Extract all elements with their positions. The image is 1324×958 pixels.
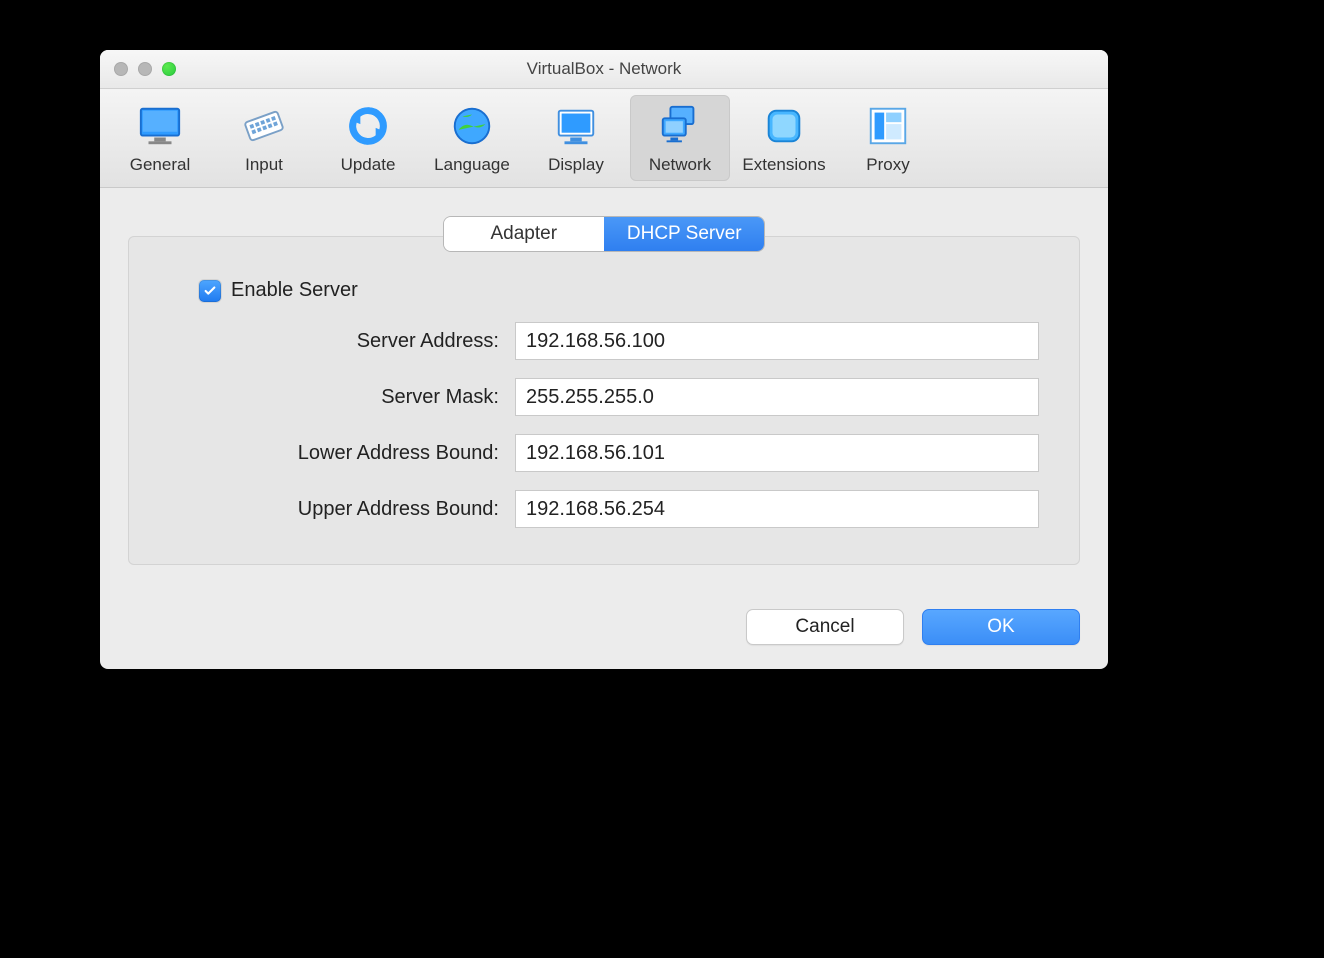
toolbar-label: Extensions: [742, 155, 825, 175]
display-icon: [553, 103, 599, 149]
close-button[interactable]: [114, 62, 128, 76]
content: Adapter DHCP Server Enable Server Server…: [100, 188, 1108, 585]
refresh-icon: [345, 103, 391, 149]
label-server-mask: Server Mask:: [169, 386, 499, 409]
titlebar: VirtualBox - Network: [100, 50, 1108, 89]
toolbar-label: Display: [548, 155, 604, 175]
toolbar-item-input[interactable]: Input: [214, 95, 314, 181]
check-icon: [203, 284, 217, 298]
tab-adapter[interactable]: Adapter: [444, 217, 604, 251]
toolbar-label: Network: [649, 155, 711, 175]
toolbar-item-extensions[interactable]: Extensions: [734, 95, 834, 181]
window-title: VirtualBox - Network: [100, 59, 1108, 79]
cancel-button[interactable]: Cancel: [746, 609, 904, 645]
dhcp-form: Server Address: Server Mask: Lower Addre…: [169, 322, 1039, 528]
toolbar-item-display[interactable]: Display: [526, 95, 626, 181]
toolbar: General Input Update Language Display: [100, 89, 1108, 188]
toolbar-label: Proxy: [866, 155, 909, 175]
monitor-icon: [137, 103, 183, 149]
dialog-buttons: Cancel OK: [100, 585, 1108, 669]
input-server-mask[interactable]: [515, 378, 1039, 416]
toolbar-item-language[interactable]: Language: [422, 95, 522, 181]
input-server-address[interactable]: [515, 322, 1039, 360]
enable-server-label: Enable Server: [231, 279, 358, 302]
ok-button[interactable]: OK: [922, 609, 1080, 645]
preferences-window: VirtualBox - Network General Input Updat…: [100, 50, 1108, 669]
tab-dhcp-server[interactable]: DHCP Server: [604, 217, 765, 251]
network-icon: [657, 103, 703, 149]
extensions-icon: [761, 103, 807, 149]
globe-icon: [449, 103, 495, 149]
settings-panel: Adapter DHCP Server Enable Server Server…: [128, 236, 1080, 565]
toolbar-label: General: [130, 155, 190, 175]
toolbar-item-general[interactable]: General: [110, 95, 210, 181]
label-upper-bound: Upper Address Bound:: [169, 498, 499, 521]
enable-server-row: Enable Server: [199, 279, 1039, 302]
zoom-button[interactable]: [162, 62, 176, 76]
keyboard-icon: [241, 103, 287, 149]
enable-server-checkbox[interactable]: [199, 280, 221, 302]
toolbar-item-network[interactable]: Network: [630, 95, 730, 181]
traffic-lights: [100, 62, 176, 76]
toolbar-item-proxy[interactable]: Proxy: [838, 95, 938, 181]
label-server-address: Server Address:: [169, 330, 499, 353]
label-lower-bound: Lower Address Bound:: [169, 442, 499, 465]
toolbar-label: Update: [341, 155, 396, 175]
input-lower-bound[interactable]: [515, 434, 1039, 472]
proxy-icon: [865, 103, 911, 149]
toolbar-item-update[interactable]: Update: [318, 95, 418, 181]
toolbar-label: Language: [434, 155, 510, 175]
minimize-button[interactable]: [138, 62, 152, 76]
segmented-control: Adapter DHCP Server: [444, 217, 764, 251]
toolbar-label: Input: [245, 155, 283, 175]
input-upper-bound[interactable]: [515, 490, 1039, 528]
